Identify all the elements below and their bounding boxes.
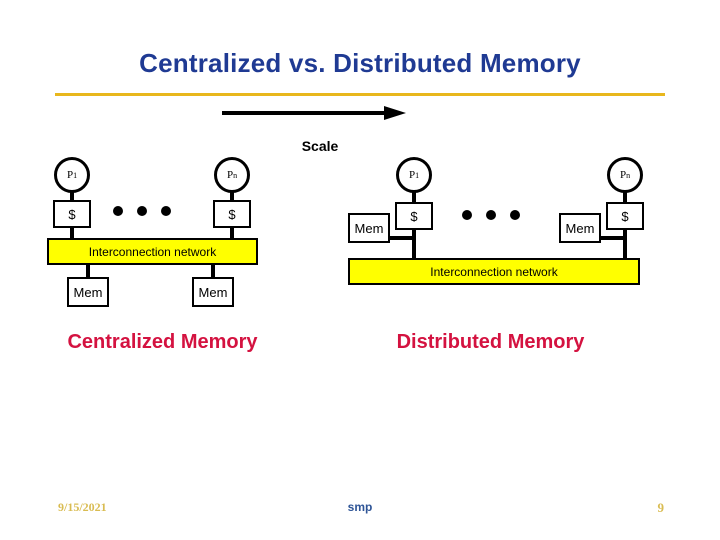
distributed-link-noden-net	[623, 229, 627, 260]
centralized-processor-n: Pn	[214, 157, 250, 193]
centralized-link-net-mem2	[211, 264, 215, 278]
ellipsis-dot	[510, 210, 520, 220]
centralized-ellipsis	[113, 206, 171, 216]
processor-subscript: n	[626, 170, 631, 180]
title-divider	[55, 93, 665, 96]
centralized-interconnection-network: Interconnection network	[47, 238, 258, 265]
ellipsis-dot	[161, 206, 171, 216]
scale-arrow-icon	[222, 106, 408, 122]
distributed-link-mem1-bus	[388, 236, 414, 240]
centralized-memory-2: Mem	[192, 277, 234, 307]
ellipsis-dot	[486, 210, 496, 220]
distributed-link-memn-bus	[599, 236, 625, 240]
ellipsis-dot	[137, 206, 147, 216]
centralized-processor-1: P1	[54, 157, 90, 193]
distributed-processor-1: P1	[396, 157, 432, 193]
distributed-memory-n: Mem	[559, 213, 601, 243]
distributed-link-node1-net	[412, 229, 416, 260]
centralized-link-net-mem1	[86, 264, 90, 278]
distributed-memory-caption: Distributed Memory	[396, 331, 585, 353]
processor-subscript: n	[233, 170, 238, 180]
centralized-cache-n: $	[213, 200, 251, 228]
processor-subscript: 1	[73, 170, 78, 180]
ellipsis-dot	[113, 206, 123, 216]
page-title: Centralized vs. Distributed Memory	[139, 48, 581, 78]
distributed-memory-1: Mem	[348, 213, 390, 243]
centralized-memory-caption: Centralized Memory	[67, 331, 258, 353]
centralized-memory-1: Mem	[67, 277, 109, 307]
distributed-ellipsis	[462, 210, 520, 220]
distributed-cache-n: $	[606, 202, 644, 230]
footer-page-number: 9	[657, 500, 665, 515]
scale-arrow-head	[384, 106, 406, 120]
distributed-cache-1: $	[395, 202, 433, 230]
ellipsis-dot	[462, 210, 472, 220]
footer-title: smp	[347, 500, 373, 514]
distributed-interconnection-network: Interconnection network	[348, 258, 640, 285]
scale-label: Scale	[301, 138, 339, 154]
processor-subscript: 1	[415, 170, 420, 180]
distributed-processor-n: Pn	[607, 157, 643, 193]
scale-arrow-line	[222, 111, 388, 115]
centralized-cache-1: $	[53, 200, 91, 228]
